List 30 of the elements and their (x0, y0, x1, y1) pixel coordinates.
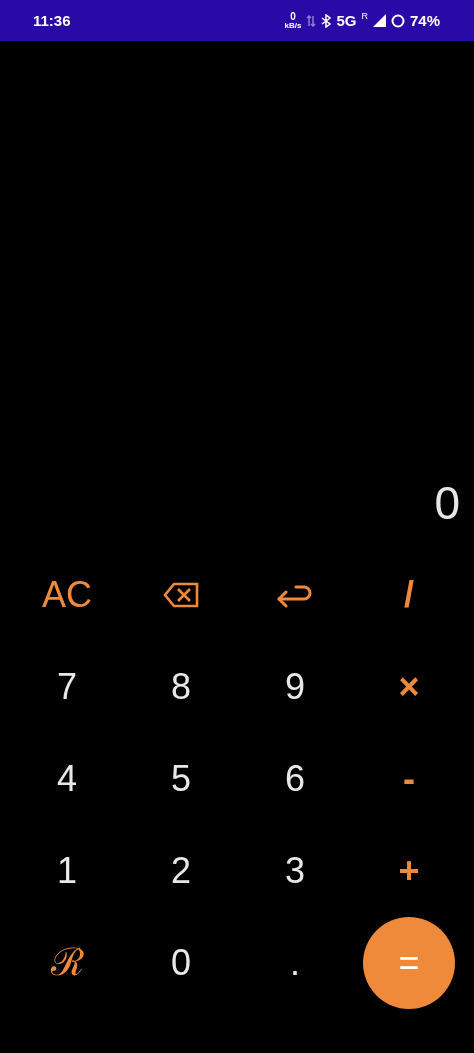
display-value: 0 (434, 476, 460, 531)
network-speed: 0 (290, 11, 296, 22)
digit-key[interactable]: 4 (57, 759, 77, 799)
backspace-icon (163, 582, 199, 608)
bluetooth-icon (321, 13, 332, 28)
operator-key[interactable]: + (398, 851, 420, 891)
network-type: 5G (336, 12, 357, 29)
backspace-button[interactable] (163, 582, 199, 608)
operator-key[interactable]: - (403, 759, 415, 799)
clock-time: 11:36 (33, 12, 71, 29)
script-r-key[interactable]: ℛ (42, 936, 92, 990)
digit-key[interactable]: . (290, 943, 300, 983)
digit-key[interactable]: 5 (171, 759, 191, 799)
digit-key[interactable]: 7 (57, 667, 77, 707)
digit-key[interactable]: 2 (171, 851, 191, 891)
battery-percent: 74% (409, 12, 440, 29)
operator-key[interactable]: AC (42, 575, 92, 615)
digit-key[interactable]: 3 (285, 851, 305, 891)
signal-icon (372, 14, 386, 27)
roaming-indicator: R (361, 10, 368, 21)
digit-key[interactable]: 9 (285, 667, 305, 707)
operator-key[interactable]: × (398, 667, 420, 707)
digit-key[interactable]: 6 (285, 759, 305, 799)
speed-unit: kB/s (284, 21, 302, 30)
digit-key[interactable]: 0 (171, 943, 191, 983)
digit-key[interactable]: 1 (57, 851, 77, 891)
operator-key[interactable]: / (404, 575, 414, 615)
battery-ring-icon (390, 13, 405, 28)
data-arrows-icon (306, 13, 317, 28)
digit-key[interactable]: 8 (171, 667, 191, 707)
